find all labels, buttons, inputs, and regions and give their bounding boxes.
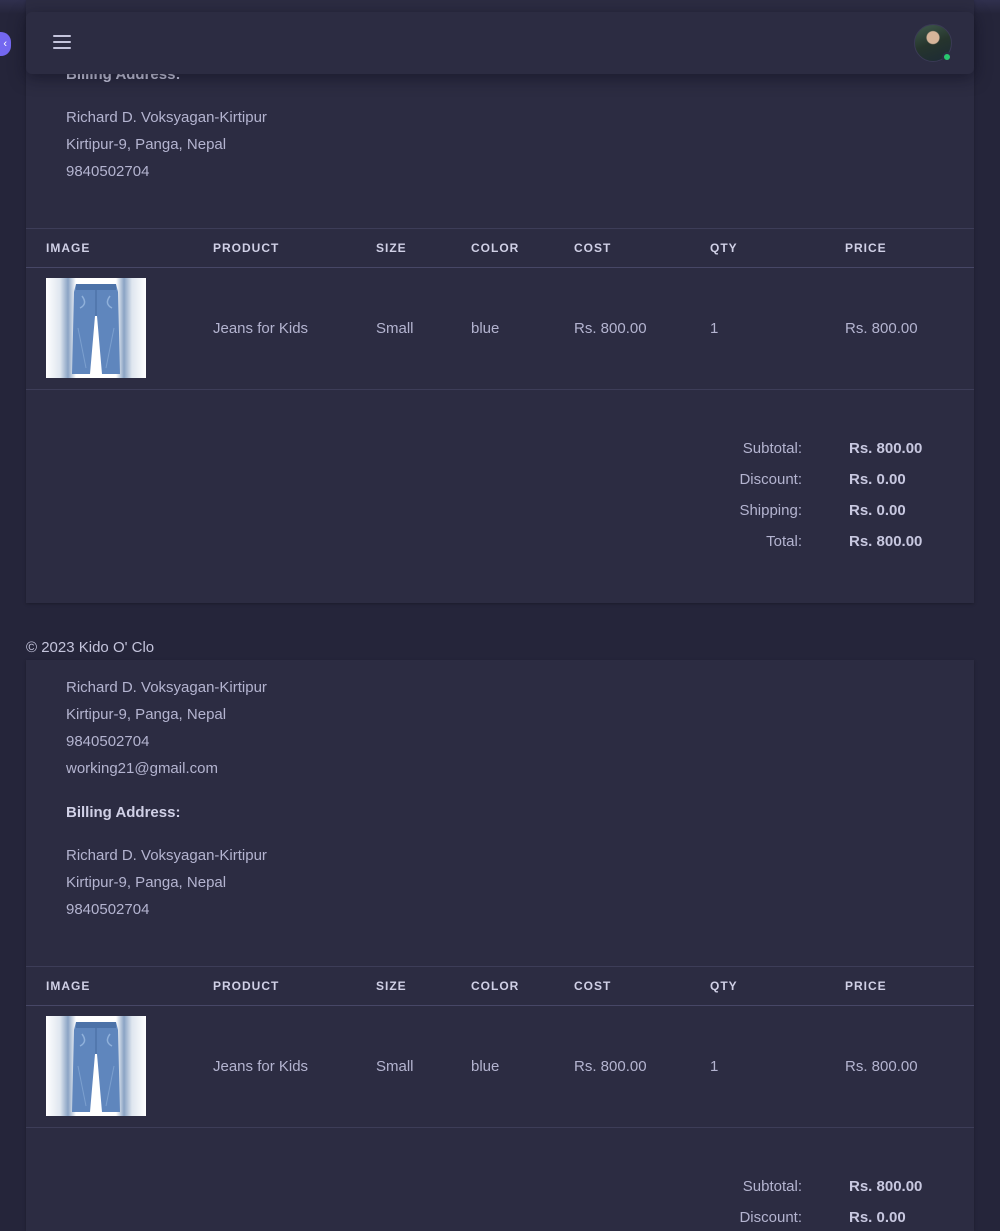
product-image-jeans[interactable] — [46, 1016, 146, 1116]
invoice-card: Richard D. Voksyagan-Kirtipur Kirtipur-9… — [26, 660, 974, 1231]
sidebar-collapse-toggle[interactable]: ‹ — [0, 32, 11, 56]
th-color: COLOR — [471, 241, 520, 255]
subtotal-label: Subtotal: — [742, 440, 802, 457]
discount-label: Discount: — [739, 471, 802, 488]
shipping-label: Shipping: — [739, 502, 802, 519]
cell-cost: Rs. 800.00 — [574, 320, 647, 337]
th-cost: COST — [574, 979, 612, 993]
cell-color: blue — [471, 1058, 500, 1075]
th-color: COLOR — [471, 979, 520, 993]
cell-size: Small — [376, 320, 414, 337]
billing-address: Kirtipur-9, Panga, Nepal — [66, 874, 227, 891]
invoice-card: Billing Address: Richard D. Voksyagan-Ki… — [26, 0, 974, 603]
subtotal-label: Subtotal: — [742, 1178, 802, 1195]
cell-cost: Rs. 800.00 — [574, 1058, 647, 1075]
shipping-value: Rs. 0.00 — [849, 502, 906, 519]
cell-price: Rs. 800.00 — [845, 320, 918, 337]
hamburger-menu-icon[interactable] — [53, 35, 71, 49]
page: ‹ Billing Address: Richard D. Voksyagan-… — [0, 0, 1000, 1231]
billing-name: Richard D. Voksyagan-Kirtipur — [66, 847, 267, 864]
discount-value: Rs. 0.00 — [849, 1209, 906, 1226]
product-image-jeans[interactable] — [46, 278, 146, 378]
footer-copyright: © 2023 Kido O' Clo — [26, 639, 155, 656]
th-price: PRICE — [845, 241, 887, 255]
cell-size: Small — [376, 1058, 414, 1075]
table-row: Jeans for Kids Small blue Rs. 800.00 1 R… — [26, 1006, 974, 1128]
discount-value: Rs. 0.00 — [849, 471, 906, 488]
shipping-email: working21@gmail.com — [66, 760, 218, 777]
shipping-address: Kirtipur-9, Panga, Nepal — [66, 706, 227, 723]
th-price: PRICE — [845, 979, 887, 993]
cell-price: Rs. 800.00 — [845, 1058, 918, 1075]
billing-name: Richard D. Voksyagan-Kirtipur — [66, 109, 267, 126]
shipping-name: Richard D. Voksyagan-Kirtipur — [66, 679, 267, 696]
subtotal-value: Rs. 800.00 — [849, 440, 923, 457]
table-header: IMAGE PRODUCT SIZE COLOR COST QTY PRICE — [26, 966, 974, 1006]
billing-phone: 9840502704 — [66, 163, 150, 180]
table-row: Jeans for Kids Small blue Rs. 800.00 1 R… — [26, 268, 974, 390]
total-label: Total: — [766, 533, 802, 550]
th-size: SIZE — [376, 241, 407, 255]
billing-address-heading: Billing Address: — [66, 804, 181, 821]
th-image: IMAGE — [46, 979, 91, 993]
top-navbar — [26, 12, 974, 74]
th-cost: COST — [574, 241, 612, 255]
th-image: IMAGE — [46, 241, 91, 255]
billing-address: Kirtipur-9, Panga, Nepal — [66, 136, 227, 153]
th-product: PRODUCT — [213, 979, 280, 993]
th-size: SIZE — [376, 979, 407, 993]
th-qty: QTY — [710, 241, 738, 255]
th-qty: QTY — [710, 979, 738, 993]
shipping-phone: 9840502704 — [66, 733, 150, 750]
billing-phone: 9840502704 — [66, 901, 150, 918]
cell-product: Jeans for Kids — [213, 320, 309, 337]
online-status-dot — [942, 52, 952, 62]
total-value: Rs. 800.00 — [849, 533, 923, 550]
subtotal-value: Rs. 800.00 — [849, 1178, 923, 1195]
cell-color: blue — [471, 320, 500, 337]
user-avatar[interactable] — [914, 24, 952, 62]
cell-product: Jeans for Kids — [213, 1058, 309, 1075]
cell-qty: 1 — [710, 1058, 719, 1075]
table-header: IMAGE PRODUCT SIZE COLOR COST QTY PRICE — [26, 228, 974, 268]
th-product: PRODUCT — [213, 241, 280, 255]
discount-label: Discount: — [739, 1209, 802, 1226]
cell-qty: 1 — [710, 320, 719, 337]
